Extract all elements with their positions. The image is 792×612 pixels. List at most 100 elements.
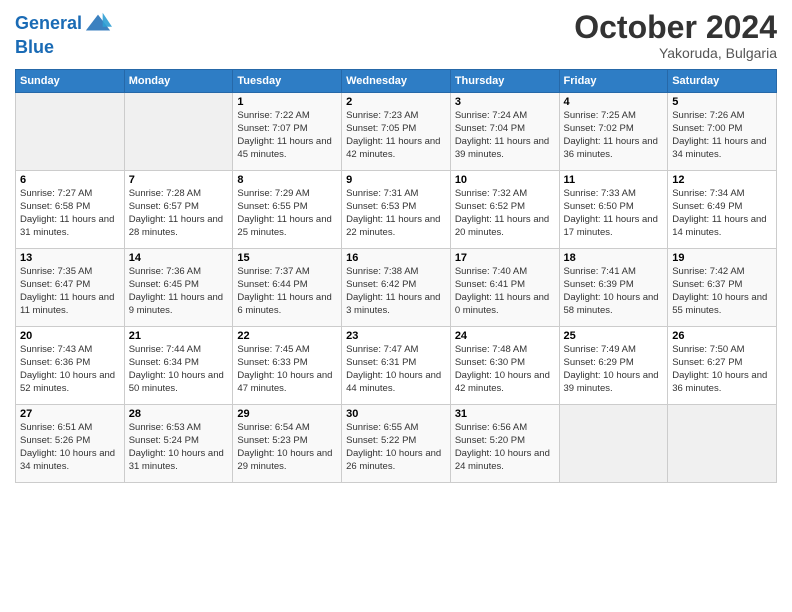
calendar-cell: 22 Sunrise: 7:45 AMSunset: 6:33 PMDayligh… <box>233 327 342 405</box>
day-number: 5 <box>672 96 772 108</box>
calendar-cell: 29 Sunrise: 6:54 AMSunset: 5:23 PMDayligh… <box>233 405 342 483</box>
day-number: 9 <box>346 174 446 186</box>
weekday-header-tuesday: Tuesday <box>233 70 342 93</box>
calendar-cell: 2Sunrise: 7:23 AMSunset: 7:05 PMDaylight… <box>342 93 451 171</box>
day-info: Sunrise: 6:55 AMSunset: 5:22 PMDaylight:… <box>346 422 446 473</box>
day-number: 16 <box>346 252 446 264</box>
calendar-cell: 7Sunrise: 7:28 AMSunset: 6:57 PMDaylight… <box>124 171 233 249</box>
calendar-cell: 24Sunrise: 7:48 AMSunset: 6:30 PMDayligh… <box>450 327 559 405</box>
calendar-cell: 25Sunrise: 7:49 AMSunset: 6:29 PMDayligh… <box>559 327 668 405</box>
day-info: Sunrise: 7:25 AMSunset: 7:02 PMDaylight:… <box>564 110 664 161</box>
weekday-header-row: SundayMondayTuesdayWednesdayThursdayFrid… <box>16 70 777 93</box>
calendar-cell <box>668 405 777 483</box>
day-number: 11 <box>564 174 664 186</box>
weekday-header-sunday: Sunday <box>16 70 125 93</box>
day-number: 30 <box>346 408 446 420</box>
logo-text-blue: Blue <box>15 37 54 57</box>
day-info: Sunrise: 7:41 AMSunset: 6:39 PMDaylight:… <box>564 266 664 317</box>
day-number: 17 <box>455 252 555 264</box>
calendar-cell: 23Sunrise: 7:47 AMSunset: 6:31 PMDayligh… <box>342 327 451 405</box>
day-info: Sunrise: 7:27 AMSunset: 6:58 PMDaylight:… <box>20 188 120 239</box>
day-info: Sunrise: 7:37 AMSunset: 6:44 PMDaylight:… <box>237 266 337 317</box>
calendar-week-row: 13 Sunrise: 7:35 AMSunset: 6:47 PMDayligh… <box>16 249 777 327</box>
calendar-cell: 31Sunrise: 6:56 AMSunset: 5:20 PMDayligh… <box>450 405 559 483</box>
day-number: 3 <box>455 96 555 108</box>
day-number: 10 <box>455 174 555 186</box>
day-info: Sunrise: 7:50 AMSunset: 6:27 PMDaylight:… <box>672 344 772 395</box>
calendar-cell: 17Sunrise: 7:40 AMSunset: 6:41 PMDayligh… <box>450 249 559 327</box>
calendar-week-row: 1 Sunrise: 7:22 AMSunset: 7:07 PMDaylight… <box>16 93 777 171</box>
calendar-cell: 5 Sunrise: 7:26 AMSunset: 7:00 PMDaylight… <box>668 93 777 171</box>
day-number: 21 <box>129 330 229 342</box>
calendar-cell: 8 Sunrise: 7:29 AMSunset: 6:55 PMDaylight… <box>233 171 342 249</box>
day-info: Sunrise: 7:22 AMSunset: 7:07 PMDaylight:… <box>237 110 337 161</box>
calendar-cell: 28Sunrise: 6:53 AMSunset: 5:24 PMDayligh… <box>124 405 233 483</box>
day-number: 20 <box>20 330 120 342</box>
day-number: 7 <box>129 174 229 186</box>
calendar-cell <box>124 93 233 171</box>
location-subtitle: Yakoruda, Bulgaria <box>574 45 777 61</box>
day-info: Sunrise: 7:42 AMSunset: 6:37 PMDaylight:… <box>672 266 772 317</box>
day-info: Sunrise: 7:49 AMSunset: 6:29 PMDaylight:… <box>564 344 664 395</box>
day-number: 18 <box>564 252 664 264</box>
logo-icon <box>84 10 112 38</box>
calendar-cell: 9 Sunrise: 7:31 AMSunset: 6:53 PMDaylight… <box>342 171 451 249</box>
calendar-cell: 6 Sunrise: 7:27 AMSunset: 6:58 PMDaylight… <box>16 171 125 249</box>
day-number: 1 <box>237 96 337 108</box>
calendar-cell: 18 Sunrise: 7:41 AMSunset: 6:39 PMDayligh… <box>559 249 668 327</box>
calendar-cell: 10 Sunrise: 7:32 AMSunset: 6:52 PMDayligh… <box>450 171 559 249</box>
calendar-week-row: 27 Sunrise: 6:51 AMSunset: 5:26 PMDayligh… <box>16 405 777 483</box>
day-number: 2 <box>346 96 446 108</box>
day-info: Sunrise: 7:47 AMSunset: 6:31 PMDaylight:… <box>346 344 446 395</box>
day-info: Sunrise: 7:38 AMSunset: 6:42 PMDaylight:… <box>346 266 446 317</box>
logo: General Blue <box>15 10 112 58</box>
day-info: Sunrise: 7:45 AMSunset: 6:33 PMDaylight:… <box>237 344 337 395</box>
calendar-cell: 21 Sunrise: 7:44 AMSunset: 6:34 PMDayligh… <box>124 327 233 405</box>
calendar-cell: 26Sunrise: 7:50 AMSunset: 6:27 PMDayligh… <box>668 327 777 405</box>
day-info: Sunrise: 7:35 AMSunset: 6:47 PMDaylight:… <box>20 266 120 317</box>
calendar-header: SundayMondayTuesdayWednesdayThursdayFrid… <box>16 70 777 93</box>
day-number: 4 <box>564 96 664 108</box>
calendar-cell: 27 Sunrise: 6:51 AMSunset: 5:26 PMDayligh… <box>16 405 125 483</box>
day-info: Sunrise: 7:34 AMSunset: 6:49 PMDaylight:… <box>672 188 772 239</box>
calendar-cell: 11 Sunrise: 7:33 AMSunset: 6:50 PMDayligh… <box>559 171 668 249</box>
page-container: General Blue October 2024 Yakoruda, Bulg… <box>0 0 792 493</box>
weekday-header-wednesday: Wednesday <box>342 70 451 93</box>
day-number: 13 <box>20 252 120 264</box>
day-info: Sunrise: 7:26 AMSunset: 7:00 PMDaylight:… <box>672 110 772 161</box>
day-number: 14 <box>129 252 229 264</box>
calendar-cell: 1 Sunrise: 7:22 AMSunset: 7:07 PMDaylight… <box>233 93 342 171</box>
weekday-header-saturday: Saturday <box>668 70 777 93</box>
day-info: Sunrise: 7:43 AMSunset: 6:36 PMDaylight:… <box>20 344 120 395</box>
title-block: October 2024 Yakoruda, Bulgaria <box>574 10 777 61</box>
calendar-table: SundayMondayTuesdayWednesdayThursdayFrid… <box>15 69 777 483</box>
day-info: Sunrise: 7:29 AMSunset: 6:55 PMDaylight:… <box>237 188 337 239</box>
calendar-cell: 14 Sunrise: 7:36 AMSunset: 6:45 PMDayligh… <box>124 249 233 327</box>
calendar-cell <box>559 405 668 483</box>
day-info: Sunrise: 7:44 AMSunset: 6:34 PMDaylight:… <box>129 344 229 395</box>
weekday-header-friday: Friday <box>559 70 668 93</box>
day-info: Sunrise: 7:32 AMSunset: 6:52 PMDaylight:… <box>455 188 555 239</box>
day-number: 19 <box>672 252 772 264</box>
day-info: Sunrise: 7:48 AMSunset: 6:30 PMDaylight:… <box>455 344 555 395</box>
calendar-cell: 4 Sunrise: 7:25 AMSunset: 7:02 PMDaylight… <box>559 93 668 171</box>
day-info: Sunrise: 7:24 AMSunset: 7:04 PMDaylight:… <box>455 110 555 161</box>
weekday-header-thursday: Thursday <box>450 70 559 93</box>
day-number: 22 <box>237 330 337 342</box>
weekday-header-monday: Monday <box>124 70 233 93</box>
calendar-cell: 19 Sunrise: 7:42 AMSunset: 6:37 PMDayligh… <box>668 249 777 327</box>
day-number: 8 <box>237 174 337 186</box>
day-info: Sunrise: 7:31 AMSunset: 6:53 PMDaylight:… <box>346 188 446 239</box>
day-number: 27 <box>20 408 120 420</box>
day-info: Sunrise: 6:54 AMSunset: 5:23 PMDaylight:… <box>237 422 337 473</box>
day-info: Sunrise: 7:33 AMSunset: 6:50 PMDaylight:… <box>564 188 664 239</box>
day-info: Sunrise: 6:56 AMSunset: 5:20 PMDaylight:… <box>455 422 555 473</box>
day-number: 6 <box>20 174 120 186</box>
day-info: Sunrise: 6:51 AMSunset: 5:26 PMDaylight:… <box>20 422 120 473</box>
day-info: Sunrise: 7:36 AMSunset: 6:45 PMDaylight:… <box>129 266 229 317</box>
calendar-cell: 15Sunrise: 7:37 AMSunset: 6:44 PMDayligh… <box>233 249 342 327</box>
calendar-cell: 20 Sunrise: 7:43 AMSunset: 6:36 PMDayligh… <box>16 327 125 405</box>
calendar-body: 1 Sunrise: 7:22 AMSunset: 7:07 PMDaylight… <box>16 93 777 483</box>
day-number: 29 <box>237 408 337 420</box>
calendar-cell: 12Sunrise: 7:34 AMSunset: 6:49 PMDayligh… <box>668 171 777 249</box>
